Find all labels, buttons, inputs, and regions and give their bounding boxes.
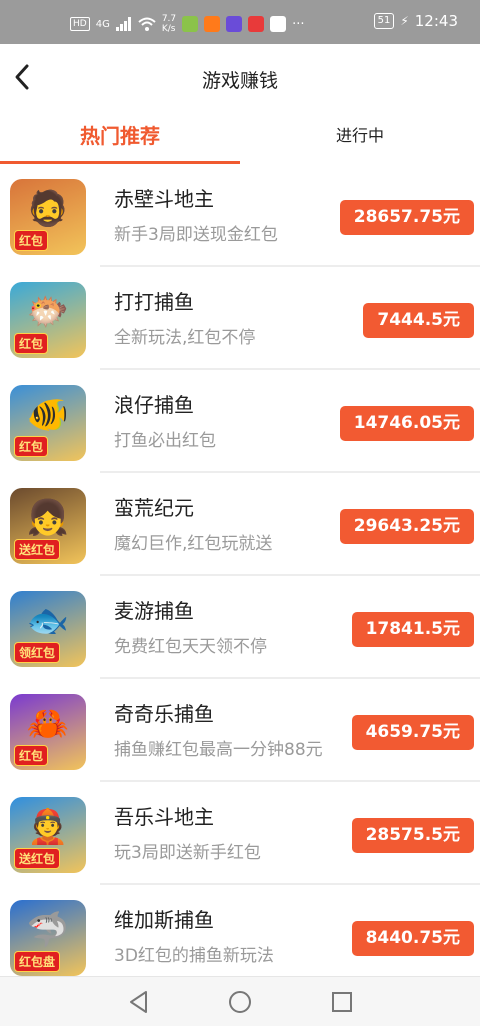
status-right: 51 ⚡ 12:43 xyxy=(373,12,458,30)
title-bar: 游戏赚钱 xyxy=(0,44,480,112)
list-item[interactable]: 🦈 红包盘 维加斯捕鱼 3D红包的捕鱼新玩法 8440.75元 xyxy=(0,885,480,976)
game-name: 吾乐斗地主 xyxy=(114,805,214,829)
charging-icon: ⚡ xyxy=(400,14,409,28)
game-name: 麦游捕鱼 xyxy=(114,599,194,623)
app-notification-icon xyxy=(226,16,243,32)
network-speed: 7.7 K/s xyxy=(161,14,177,34)
red-packet-tag: 红包 xyxy=(14,230,49,251)
reward-button[interactable]: 8440.75元 xyxy=(351,921,474,956)
red-packet-tag: 送红包 xyxy=(14,848,61,869)
hd-badge: HD xyxy=(70,17,90,31)
triangle-back-icon xyxy=(130,991,147,1013)
game-icon: 🐡 红包 xyxy=(10,282,86,358)
nav-home-button[interactable] xyxy=(227,989,253,1015)
game-description: 3D红包的捕鱼新玩法 xyxy=(114,946,274,966)
tab-hot-recommend[interactable]: 热门推荐 xyxy=(0,112,240,164)
game-glyph: 👲 xyxy=(26,807,70,847)
tab-bar: 热门推荐 进行中 xyxy=(0,112,480,164)
game-glyph: 👧 xyxy=(26,498,70,538)
status-left: HD 4G 7.7 K/s ··· xyxy=(70,14,305,34)
game-description: 捕鱼赚红包最高一分钟88元 xyxy=(114,740,323,760)
red-packet-tag: 红包盘 xyxy=(14,951,61,972)
game-glyph: 🦀 xyxy=(26,704,70,744)
list-item[interactable]: 🦀 红包 奇奇乐捕鱼 捕鱼赚红包最高一分钟88元 4659.75元 xyxy=(0,679,480,782)
game-glyph: 🐠 xyxy=(26,395,70,435)
game-glyph: 🦈 xyxy=(26,910,70,950)
list-item[interactable]: 👧 送红包 蛮荒纪元 魔幻巨作,红包玩就送 29643.25元 xyxy=(0,473,480,576)
game-glyph: 🐡 xyxy=(26,292,70,332)
game-icon: 👧 送红包 xyxy=(10,488,86,564)
reward-button[interactable]: 7444.5元 xyxy=(363,303,474,338)
red-packet-tag: 红包 xyxy=(14,436,49,457)
status-bar: HD 4G 7.7 K/s ··· 51 ⚡ 12:43 xyxy=(0,0,480,44)
reward-button[interactable]: 14746.05元 xyxy=(339,406,474,441)
game-glyph: 🧔 xyxy=(26,189,70,229)
game-name: 赤壁斗地主 xyxy=(114,187,214,211)
system-nav-bar xyxy=(0,976,480,1026)
game-icon: 🦈 红包盘 xyxy=(10,900,86,976)
list-item[interactable]: 🧔 红包 赤壁斗地主 新手3局即送现金红包 28657.75元 xyxy=(0,164,480,267)
android-icon xyxy=(182,16,199,32)
game-icon: 🐠 红包 xyxy=(10,385,86,461)
app-notification-icon xyxy=(204,16,221,32)
app-notification-icon xyxy=(248,16,265,32)
game-name: 维加斯捕鱼 xyxy=(114,908,214,932)
nav-back-button[interactable] xyxy=(126,989,152,1015)
game-list: 🧔 红包 赤壁斗地主 新手3局即送现金红包 28657.75元 🐡 红包 打打捕… xyxy=(0,164,480,976)
signal-bars-icon xyxy=(115,17,131,31)
list-item[interactable]: 🐡 红包 打打捕鱼 全新玩法,红包不停 7444.5元 xyxy=(0,267,480,370)
reward-button[interactable]: 4659.75元 xyxy=(351,715,474,750)
more-notifications-icon: ··· xyxy=(292,16,305,32)
game-icon: 🧔 红包 xyxy=(10,179,86,255)
game-description: 新手3局即送现金红包 xyxy=(114,225,278,245)
red-packet-tag: 红包 xyxy=(14,745,49,766)
app-notification-icon xyxy=(270,16,287,32)
reward-button[interactable]: 28575.5元 xyxy=(351,818,474,853)
nav-recent-button[interactable] xyxy=(329,989,355,1015)
reward-button[interactable]: 17841.5元 xyxy=(351,612,474,647)
game-name: 奇奇乐捕鱼 xyxy=(114,702,214,726)
game-icon: 👲 送红包 xyxy=(10,797,86,873)
game-description: 全新玩法,红包不停 xyxy=(114,328,256,348)
game-name: 浪仔捕鱼 xyxy=(114,393,194,417)
red-packet-tag: 送红包 xyxy=(14,539,61,560)
reward-button[interactable]: 29643.25元 xyxy=(339,509,474,544)
circle-home-icon xyxy=(229,991,251,1013)
red-packet-tag: 领红包 xyxy=(14,642,61,663)
red-packet-tag: 红包 xyxy=(14,333,49,354)
game-name: 打打捕鱼 xyxy=(114,290,194,314)
list-item[interactable]: 🐟 领红包 麦游捕鱼 免费红包天天领不停 17841.5元 xyxy=(0,576,480,679)
game-description: 免费红包天天领不停 xyxy=(114,637,267,657)
reward-button[interactable]: 28657.75元 xyxy=(339,200,474,235)
game-description: 魔幻巨作,红包玩就送 xyxy=(114,534,273,554)
game-glyph: 🐟 xyxy=(26,601,70,641)
game-description: 玩3局即送新手红包 xyxy=(114,843,261,863)
wifi-icon xyxy=(138,17,156,31)
list-item[interactable]: 🐠 红包 浪仔捕鱼 打鱼必出红包 14746.05元 xyxy=(0,370,480,473)
clock: 12:43 xyxy=(414,12,458,30)
square-recent-icon xyxy=(332,992,352,1012)
game-icon: 🐟 领红包 xyxy=(10,591,86,667)
signal-icon: 4G xyxy=(95,18,110,30)
battery-icon: 51 xyxy=(373,13,395,29)
game-name: 蛮荒纪元 xyxy=(114,496,194,520)
game-icon: 🦀 红包 xyxy=(10,694,86,770)
tab-in-progress[interactable]: 进行中 xyxy=(240,112,480,164)
page-title: 游戏赚钱 xyxy=(201,70,278,92)
game-description: 打鱼必出红包 xyxy=(114,431,216,451)
list-item[interactable]: 👲 送红包 吾乐斗地主 玩3局即送新手红包 28575.5元 xyxy=(0,782,480,885)
